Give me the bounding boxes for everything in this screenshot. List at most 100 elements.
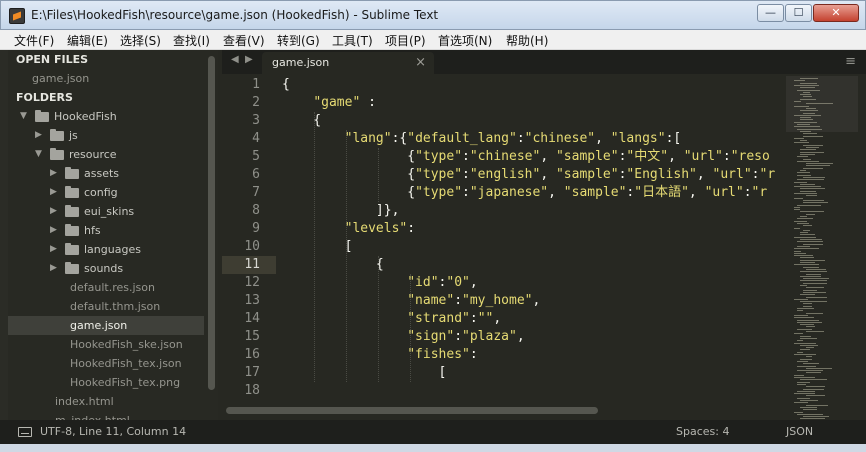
- sidebar-scrollbar[interactable]: [208, 56, 215, 390]
- menu-find[interactable]: 查找(I): [173, 32, 210, 49]
- minimap-line: [806, 147, 819, 148]
- minimap-line: [794, 114, 821, 116]
- status-syntax[interactable]: JSON: [786, 425, 813, 438]
- close-button[interactable]: ✕: [813, 4, 859, 22]
- chevron-down-icon[interactable]: ▼: [35, 145, 45, 164]
- file-item[interactable]: HookedFish_tex.json: [8, 354, 204, 373]
- punctuation-token: ,: [696, 167, 713, 182]
- minimap-line: [797, 319, 819, 321]
- folder-item[interactable]: ▶ sounds: [8, 259, 204, 278]
- minimap-line: [797, 308, 814, 309]
- minimap-line: [806, 165, 830, 167]
- code-area[interactable]: { "game" : { "lang":{"default_lang":"chi…: [282, 76, 784, 406]
- minimap-line: [797, 370, 823, 372]
- minimize-button[interactable]: —: [757, 4, 784, 22]
- tree-item-label: HookedFish_tex.png: [70, 376, 181, 389]
- minimap-line: [806, 331, 824, 332]
- minimap-line: [794, 209, 800, 211]
- minimap-line: [800, 358, 812, 360]
- folder-item[interactable]: ▶ eui_skins: [8, 202, 204, 221]
- minimap-line: [797, 156, 808, 158]
- line-number-gutter: 1 2 3 4 5 6 7 8 9 10 11 12 13 14 15 16 17 18: [222, 76, 276, 406]
- menu-preferences[interactable]: 首选项(N): [438, 32, 492, 49]
- code-line: {: [282, 256, 384, 274]
- chevron-right-icon[interactable]: ▶: [50, 221, 60, 240]
- horizontal-scrollbar[interactable]: [226, 407, 598, 414]
- chevron-right-icon[interactable]: ▶: [50, 202, 60, 221]
- folder-item[interactable]: ▶ assets: [8, 164, 204, 183]
- minimap-line: [794, 84, 819, 86]
- folder-item[interactable]: ▼ HookedFish: [8, 107, 204, 126]
- minimap-line: [800, 153, 815, 155]
- menu-help[interactable]: 帮助(H): [506, 32, 548, 49]
- minimap-line: [800, 130, 811, 132]
- menu-view[interactable]: 查看(V): [223, 32, 265, 49]
- chevron-right-icon[interactable]: ▶: [50, 164, 60, 183]
- menu-file[interactable]: 文件(F): [14, 32, 54, 49]
- folder-icon: [50, 129, 64, 141]
- folder-item[interactable]: ▶ languages: [8, 240, 204, 259]
- file-item[interactable]: HookedFish_ske.json: [8, 335, 204, 354]
- minimap[interactable]: [786, 76, 858, 428]
- punctuation-token: {: [282, 167, 416, 182]
- tab-close-icon[interactable]: ×: [415, 55, 426, 70]
- file-item[interactable]: m_index.html: [8, 411, 204, 420]
- code-line: "game" :: [282, 94, 376, 112]
- minimap-line: [806, 326, 815, 328]
- status-indentation[interactable]: Spaces: 4: [676, 425, 729, 438]
- minimap-line: [803, 91, 810, 93]
- tab-menu-icon[interactable]: ≡: [845, 54, 856, 69]
- folder-item[interactable]: ▼ resource: [8, 145, 204, 164]
- chevron-right-icon[interactable]: ▶: [50, 240, 60, 259]
- minimap-line: [797, 310, 803, 312]
- line-number: 6: [252, 167, 260, 182]
- minimap-line: [797, 218, 813, 220]
- tab-prev-icon[interactable]: ◀: [231, 54, 239, 65]
- string-token: "fishes": [407, 347, 470, 362]
- minimap-line: [794, 314, 808, 316]
- folder-item[interactable]: ▶ config: [8, 183, 204, 202]
- file-item[interactable]: index.html: [8, 392, 204, 411]
- menu-bar: 文件(F) 编辑(E) 选择(S) 查找(I) 查看(V) 转到(G) 工具(T…: [0, 30, 866, 50]
- minimap-line: [803, 158, 811, 160]
- tree-item-label: assets: [84, 167, 120, 180]
- menu-tools[interactable]: 工具(T): [332, 32, 373, 49]
- menu-edit[interactable]: 编辑(E): [67, 32, 108, 49]
- chevron-right-icon[interactable]: ▶: [50, 259, 60, 278]
- code-line: {: [282, 112, 321, 130]
- file-item[interactable]: default.res.json: [8, 278, 204, 297]
- minimap-line: [800, 285, 807, 286]
- tree-item-label: HookedFish_tex.json: [70, 357, 182, 370]
- minimap-line: [797, 360, 808, 362]
- folder-item[interactable]: ▶ hfs: [8, 221, 204, 240]
- minimap-line: [794, 126, 820, 128]
- menu-goto[interactable]: 转到(G): [277, 32, 320, 49]
- menu-selection[interactable]: 选择(S): [120, 32, 161, 49]
- folder-item[interactable]: ▶ js: [8, 126, 204, 145]
- string-token: "type": [415, 149, 463, 164]
- minimap-line: [806, 195, 817, 197]
- file-item[interactable]: game.json: [8, 316, 204, 335]
- menu-project[interactable]: 项目(P): [385, 32, 426, 49]
- maximize-button[interactable]: ☐: [785, 4, 812, 22]
- chevron-right-icon[interactable]: ▶: [50, 183, 60, 202]
- open-file-item[interactable]: game.json: [8, 69, 204, 88]
- minimap-line: [800, 117, 811, 119]
- code-line: [: [282, 364, 447, 382]
- chevron-down-icon[interactable]: ▼: [20, 107, 30, 126]
- minimap-line: [794, 342, 816, 344]
- file-item[interactable]: HookedFish_tex.png: [8, 373, 204, 392]
- file-item[interactable]: default.thm.json: [8, 297, 204, 316]
- panel-toggle-icon[interactable]: [18, 427, 32, 437]
- tab-bar: ◀ ▶ game.json × ≡: [222, 50, 866, 74]
- tab-next-icon[interactable]: ▶: [245, 54, 253, 65]
- tab-game-json[interactable]: game.json ×: [262, 52, 434, 74]
- punctuation-token: :: [516, 131, 525, 146]
- string-token: "r: [759, 167, 776, 182]
- minimap-line: [800, 170, 806, 171]
- minimap-line: [803, 96, 812, 98]
- punctuation-token: [: [282, 239, 353, 254]
- minimap-line: [797, 381, 810, 383]
- minimap-line: [803, 305, 812, 307]
- chevron-right-icon[interactable]: ▶: [35, 126, 45, 145]
